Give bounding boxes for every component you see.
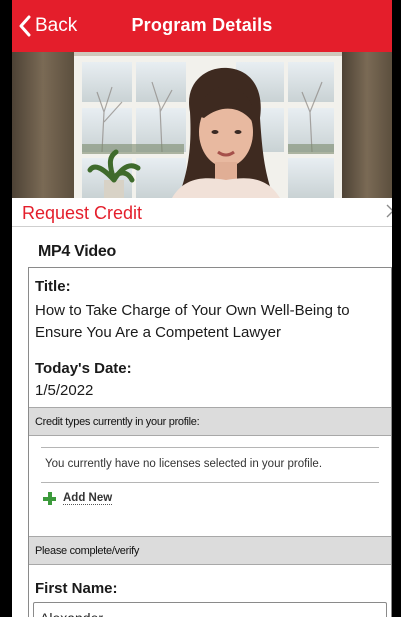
- title-label: Title:: [35, 278, 71, 295]
- add-new-link[interactable]: Add New: [43, 492, 113, 505]
- request-credit-sheet: Request Credit MP4 Video Title: How to T…: [12, 198, 401, 617]
- first-name-input[interactable]: [33, 602, 387, 617]
- add-new-label: Add New: [63, 492, 113, 505]
- page-title: Program Details: [131, 15, 273, 35]
- video-type-label: MP4 Video: [38, 243, 116, 260]
- right-edge: [392, 0, 401, 617]
- video-player[interactable]: [12, 52, 392, 198]
- divider: [41, 447, 379, 448]
- screen: Back Program Details Request Credit MP4 …: [0, 0, 401, 617]
- plus-icon: [43, 492, 56, 505]
- left-edge: [0, 0, 12, 617]
- credit-types-header-text: Credit types currently in your profile:: [35, 416, 200, 428]
- verify-header: Please complete/verify: [29, 536, 391, 565]
- divider: [41, 482, 379, 483]
- credit-types-header: Credit types currently in your profile:: [29, 407, 391, 436]
- credit-form-card: Title: How to Take Charge of Your Own We…: [28, 267, 392, 617]
- navigation-bar: Back Program Details: [12, 0, 392, 52]
- sheet-header: Request Credit: [12, 198, 401, 227]
- verify-header-text: Please complete/verify: [35, 545, 140, 557]
- no-licenses-message: You currently have no licenses selected …: [45, 458, 323, 470]
- date-value: 1/5/2022: [35, 382, 94, 399]
- program-title: How to Take Charge of Your Own Well-Bein…: [35, 302, 350, 341]
- sheet-title: Request Credit: [22, 203, 143, 223]
- first-name-label: First Name:: [35, 580, 118, 597]
- date-label: Today's Date:: [35, 360, 132, 377]
- video-frame-image: [12, 52, 392, 198]
